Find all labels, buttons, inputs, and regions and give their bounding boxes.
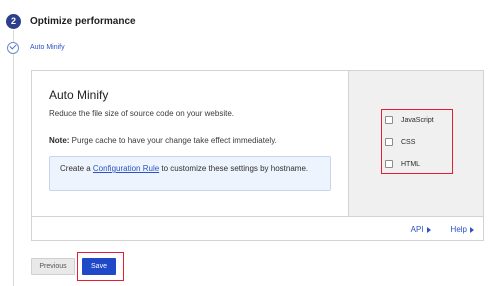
step-number-badge: 2: [6, 14, 21, 29]
note-text: Purge cache to have your change take eff…: [69, 136, 277, 145]
play-arrow-icon: [470, 226, 474, 233]
css-label: CSS: [401, 138, 416, 146]
api-link[interactable]: API: [411, 225, 431, 234]
javascript-label: JavaScript: [401, 116, 434, 124]
html-checkbox[interactable]: [385, 160, 393, 168]
option-css-row[interactable]: CSS: [385, 131, 434, 153]
card-title: Auto Minify: [49, 88, 109, 102]
api-link-label: API: [410, 225, 424, 234]
javascript-checkbox[interactable]: [385, 116, 393, 124]
card-description: Reduce the file size of source code on y…: [49, 109, 234, 118]
help-link-label: Help: [450, 225, 467, 234]
minify-options-panel: JavaScript CSS HTML: [348, 71, 483, 217]
card-note: Note: Purge cache to have your change ta…: [49, 136, 277, 145]
previous-button[interactable]: Previous: [31, 258, 75, 275]
timeline-line: [13, 30, 14, 286]
save-button[interactable]: Save: [82, 258, 116, 275]
play-arrow-icon: [426, 226, 431, 233]
note-label: Note:: [49, 136, 70, 145]
info-suffix: to customize these settings by hostname.: [159, 164, 309, 173]
substep-check-circle: [7, 42, 19, 54]
option-html-row[interactable]: HTML: [385, 153, 434, 175]
auto-minify-card: Auto Minify Reduce the file size of sour…: [31, 70, 484, 241]
substep-label: Auto Minify: [30, 44, 65, 51]
card-footer-links: API Help: [411, 225, 474, 234]
minify-options-list: JavaScript CSS HTML: [385, 109, 434, 175]
info-box: Create a Configuration Rule to customize…: [49, 156, 331, 191]
html-label: HTML: [401, 160, 421, 168]
help-link[interactable]: Help: [451, 225, 474, 234]
card-content: Auto Minify Reduce the file size of sour…: [32, 71, 348, 217]
check-icon: [9, 42, 17, 50]
option-javascript-row[interactable]: JavaScript: [385, 109, 434, 131]
configuration-rule-link[interactable]: Configuration Rule: [93, 164, 159, 173]
step-title: Optimize performance: [30, 16, 136, 27]
info-prefix: Create a: [60, 164, 93, 173]
css-checkbox[interactable]: [385, 138, 393, 146]
